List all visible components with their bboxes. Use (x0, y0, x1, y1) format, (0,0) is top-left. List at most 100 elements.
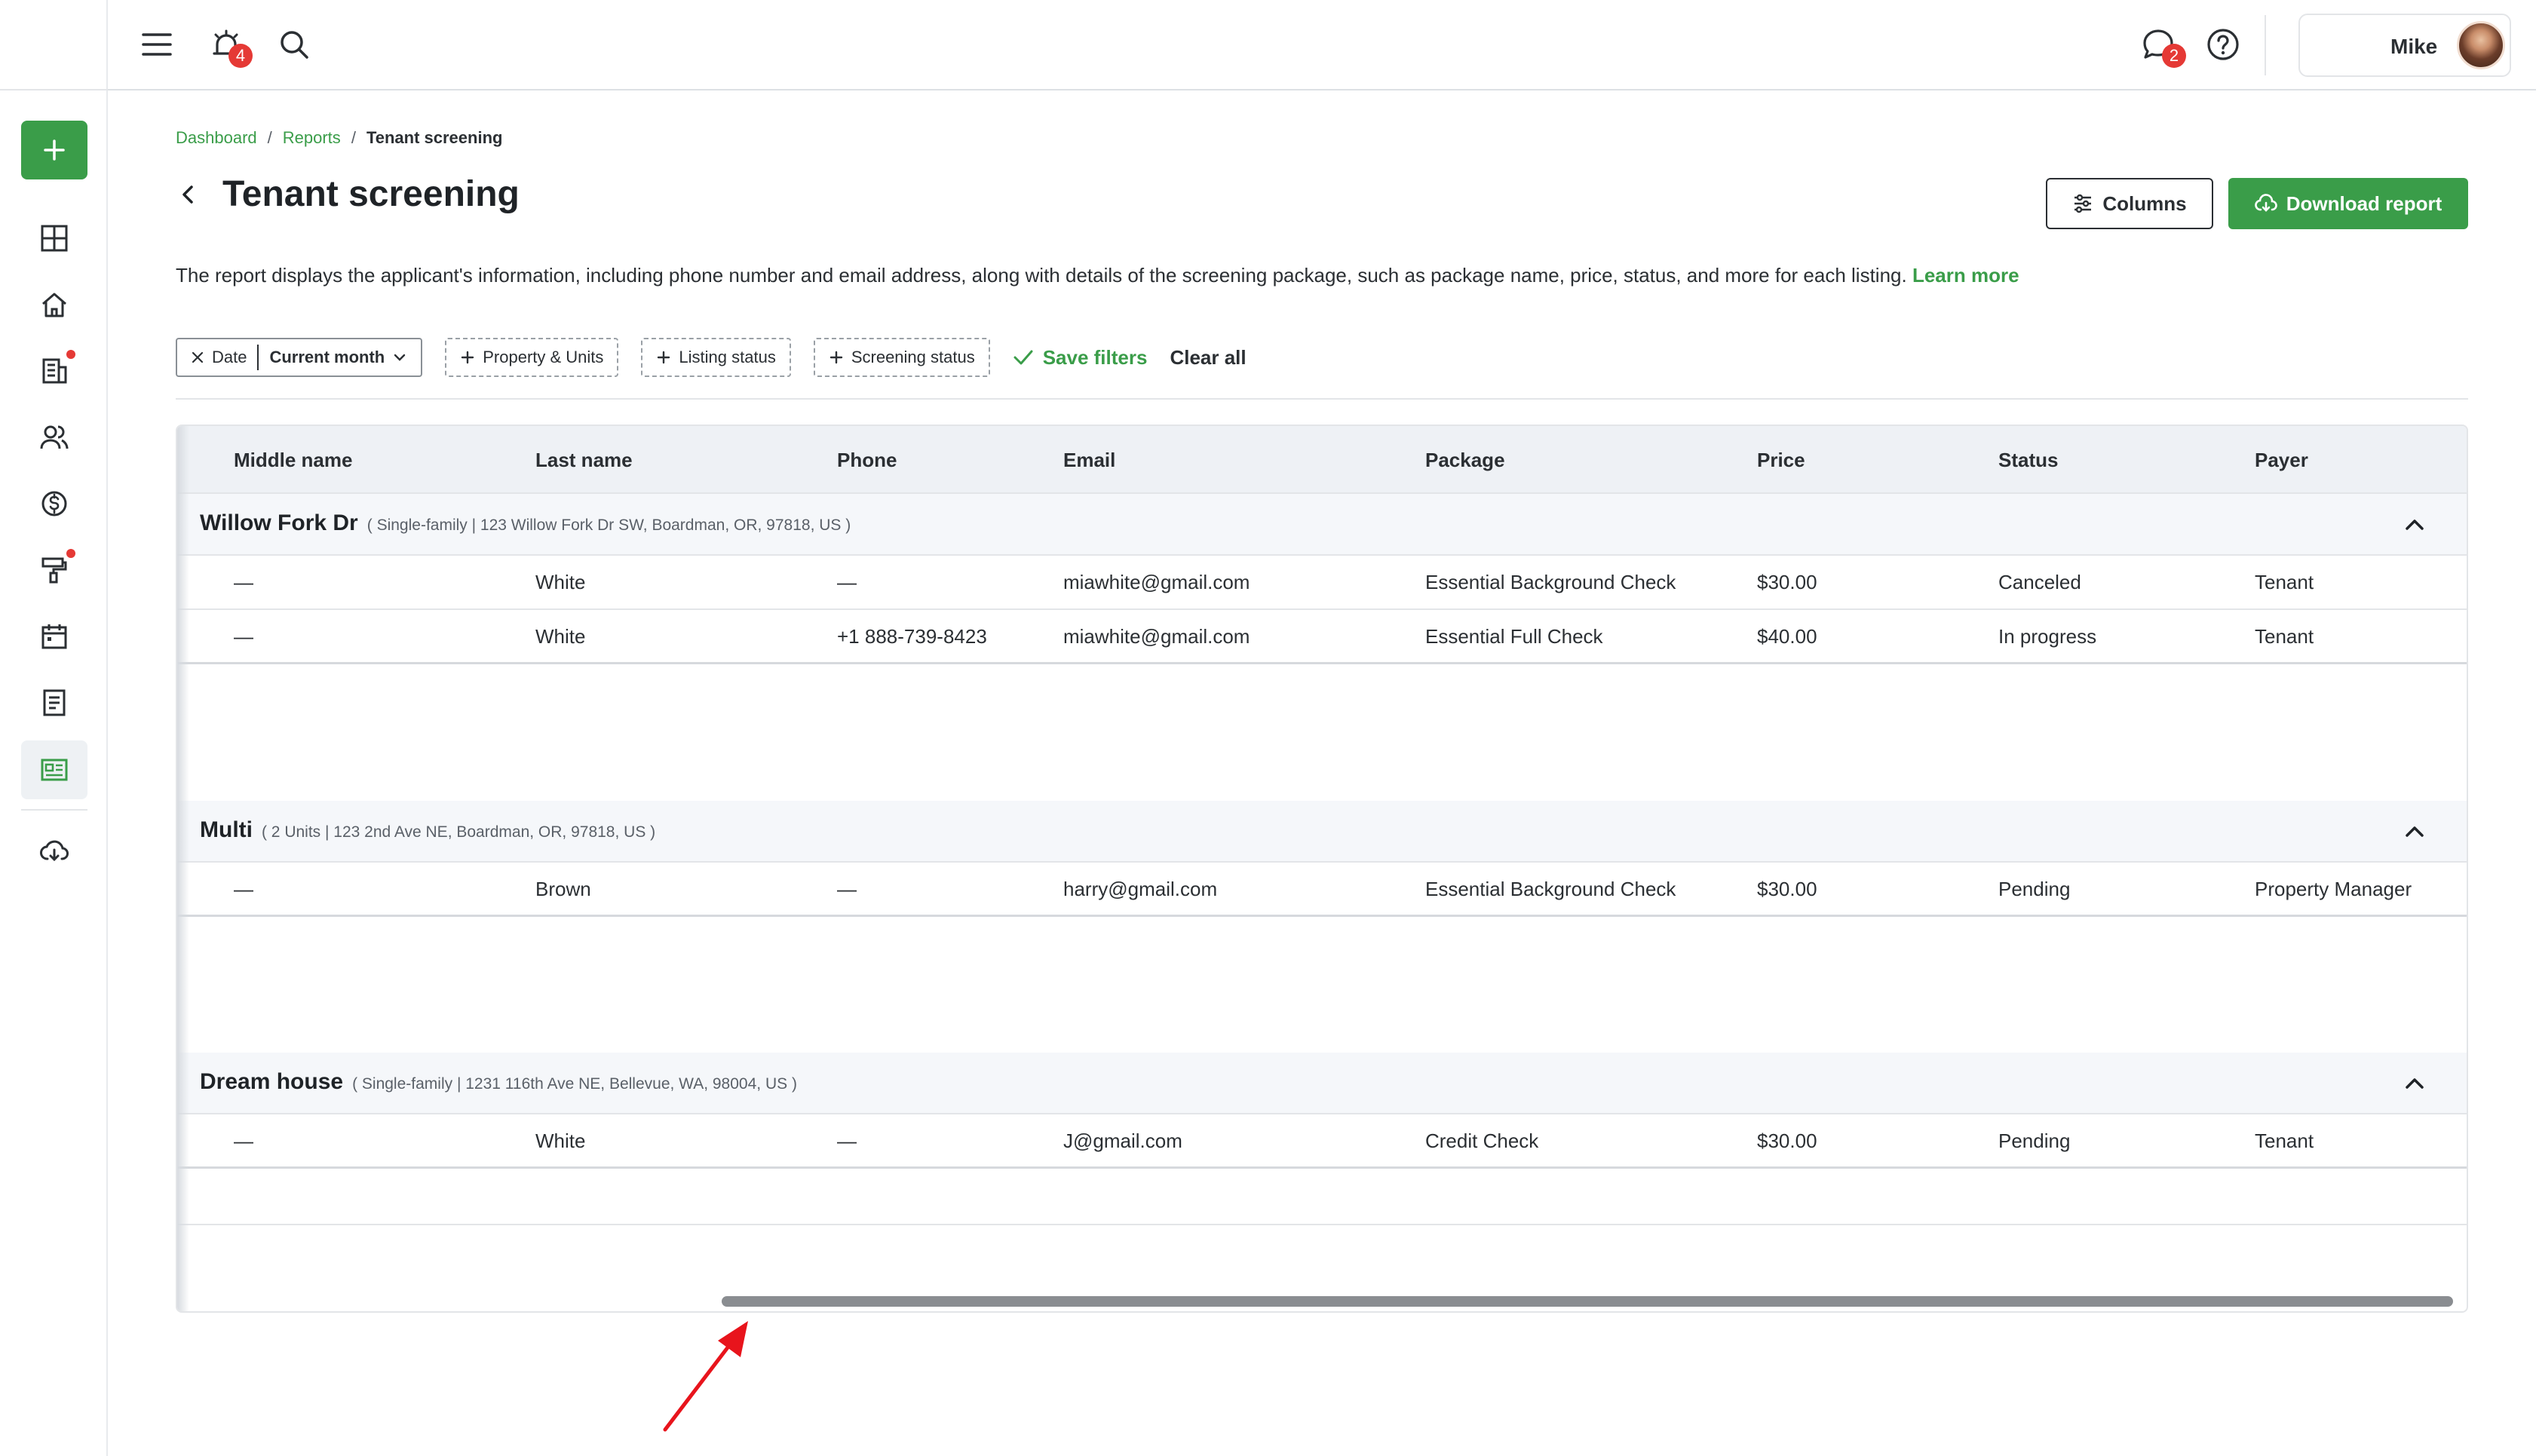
back-button[interactable] (176, 182, 201, 207)
property-units-label: Property & Units (483, 348, 604, 366)
cell-phone: — (837, 878, 857, 900)
cell-middle-name: — (234, 1130, 253, 1152)
column-header[interactable]: Last name (535, 449, 633, 472)
menu-button[interactable] (135, 23, 179, 66)
cell-payer: Tenant (2255, 625, 2314, 648)
listing-status-filter[interactable]: Listing status (641, 338, 791, 377)
table-header: Middle name Last name Phone Email Packag… (177, 426, 2467, 494)
check-icon (1013, 350, 1033, 365)
dashboard-icon (41, 225, 68, 252)
cell-middle-name: — (234, 878, 253, 900)
sidebar-item-accounting[interactable] (30, 480, 78, 528)
add-new-button[interactable] (21, 121, 87, 179)
cell-price: $30.00 (1757, 1130, 1817, 1152)
sidebar-item-properties[interactable] (30, 280, 78, 329)
date-filter-value: Current month (269, 348, 385, 366)
sidebar-item-documents[interactable] (30, 679, 78, 727)
group-address: ( Single-family | 123 Willow Fork Dr SW,… (366, 516, 851, 534)
column-header[interactable]: Price (1757, 449, 1805, 472)
title-row: Tenant screening (176, 173, 520, 215)
listing-status-label: Listing status (679, 348, 776, 366)
download-report-label: Download report (2286, 192, 2442, 215)
table-row[interactable]: — Brown — harry@gmail.com Essential Back… (177, 863, 2467, 917)
cell-payer: Tenant (2255, 1130, 2314, 1152)
document-icon (43, 689, 66, 716)
breadcrumb-reports[interactable]: Reports (283, 128, 341, 148)
sidebar-item-dashboard[interactable] (30, 214, 78, 262)
column-header[interactable]: Package (1425, 449, 1505, 472)
chevron-left-icon (182, 185, 193, 204)
columns-button[interactable]: Columns (2046, 178, 2213, 229)
sidebar-alert-dot (66, 549, 75, 558)
home-icon (42, 293, 66, 317)
chevron-down-icon (394, 354, 406, 361)
reports-icon (41, 759, 68, 781)
table-row[interactable]: — White — miawhite@gmail.com Essential B… (177, 556, 2467, 610)
cell-status: Canceled (1998, 571, 2081, 593)
table-row[interactable]: — White — J@gmail.com Credit Check $30.0… (177, 1114, 2467, 1169)
notifications-button[interactable]: 4 (204, 23, 253, 68)
chevron-up-icon[interactable] (2402, 819, 2427, 844)
help-button[interactable] (2201, 23, 2245, 66)
cloud-download-icon (40, 840, 69, 862)
cell-phone: — (837, 571, 857, 593)
cell-phone: +1 888-739-8423 (837, 625, 987, 648)
cell-last-name: White (535, 571, 586, 593)
scroll-shadow (177, 426, 189, 1311)
property-units-filter[interactable]: Property & Units (445, 338, 619, 377)
report-table: Middle name Last name Phone Email Packag… (176, 425, 2468, 1313)
group-name: Dream house (200, 1069, 344, 1094)
search-button[interactable] (272, 23, 316, 66)
sliders-icon (2074, 194, 2092, 213)
sidebar-item-reports[interactable] (21, 740, 87, 799)
search-icon (281, 31, 308, 59)
group-title: Willow Fork Dr ( Single-family | 123 Will… (200, 510, 851, 536)
save-filters-button[interactable]: Save filters (1013, 346, 1147, 369)
date-filter-chip[interactable]: Date Current month (176, 338, 423, 377)
cloud-download-icon (2254, 194, 2277, 212)
help-icon (2207, 29, 2239, 60)
user-menu[interactable]: Mike (2298, 14, 2511, 77)
chevron-up-icon[interactable] (2402, 512, 2427, 538)
messages-button[interactable]: 2 (2136, 23, 2186, 68)
sidebar-item-download[interactable] (30, 826, 78, 875)
screening-status-label: Screening status (851, 348, 975, 366)
group-header[interactable]: Multi ( 2 Units | 123 2nd Ave NE, Boardma… (177, 801, 2467, 863)
download-report-button[interactable]: Download report (2228, 178, 2468, 229)
cell-package: Credit Check (1425, 1130, 1539, 1152)
breadcrumb: Dashboard / Reports / Tenant screening (176, 128, 502, 148)
column-header[interactable]: Email (1063, 449, 1115, 472)
column-header[interactable]: Phone (837, 449, 897, 472)
screening-status-filter[interactable]: Screening status (813, 338, 990, 377)
sidebar-item-people[interactable] (30, 413, 78, 461)
filters-bar: Date Current month Property & Units List… (176, 338, 1247, 377)
sidebar-alert-dot (66, 350, 75, 359)
group-header[interactable]: Willow Fork Dr ( Single-family | 123 Will… (177, 494, 2467, 556)
chevron-up-icon[interactable] (2402, 1071, 2427, 1096)
cell-last-name: White (535, 625, 586, 648)
column-header[interactable]: Middle name (234, 449, 352, 472)
group-header[interactable]: Dream house ( Single-family | 1231 116th … (177, 1053, 2467, 1114)
column-header[interactable]: Payer (2255, 449, 2308, 472)
sidebar (0, 0, 108, 1456)
group-name: Multi (200, 817, 253, 842)
column-header[interactable]: Status (1998, 449, 2058, 472)
sidebar-item-calendar[interactable] (30, 612, 78, 661)
table-horizontal-scrollbar[interactable] (722, 1296, 2453, 1307)
sidebar-item-leasing[interactable] (30, 347, 78, 395)
clear-all-button[interactable]: Clear all (1170, 346, 1246, 369)
cell-price: $30.00 (1757, 878, 1817, 900)
learn-more-link[interactable]: Learn more (1912, 264, 2019, 287)
plus-icon (658, 351, 670, 364)
sidebar-divider (21, 809, 87, 811)
plus-icon (44, 139, 65, 161)
breadcrumb-dashboard[interactable]: Dashboard (176, 128, 257, 148)
messages-badge: 2 (2162, 44, 2186, 68)
annotation-arrow-icon (663, 1321, 748, 1432)
hamburger-icon (142, 33, 172, 56)
close-icon[interactable] (191, 351, 204, 364)
sidebar-item-maintenance[interactable] (30, 546, 78, 594)
cell-last-name: White (535, 1130, 586, 1152)
building-icon (42, 358, 67, 384)
table-row[interactable]: — White +1 888-739-8423 miawhite@gmail.c… (177, 610, 2467, 664)
